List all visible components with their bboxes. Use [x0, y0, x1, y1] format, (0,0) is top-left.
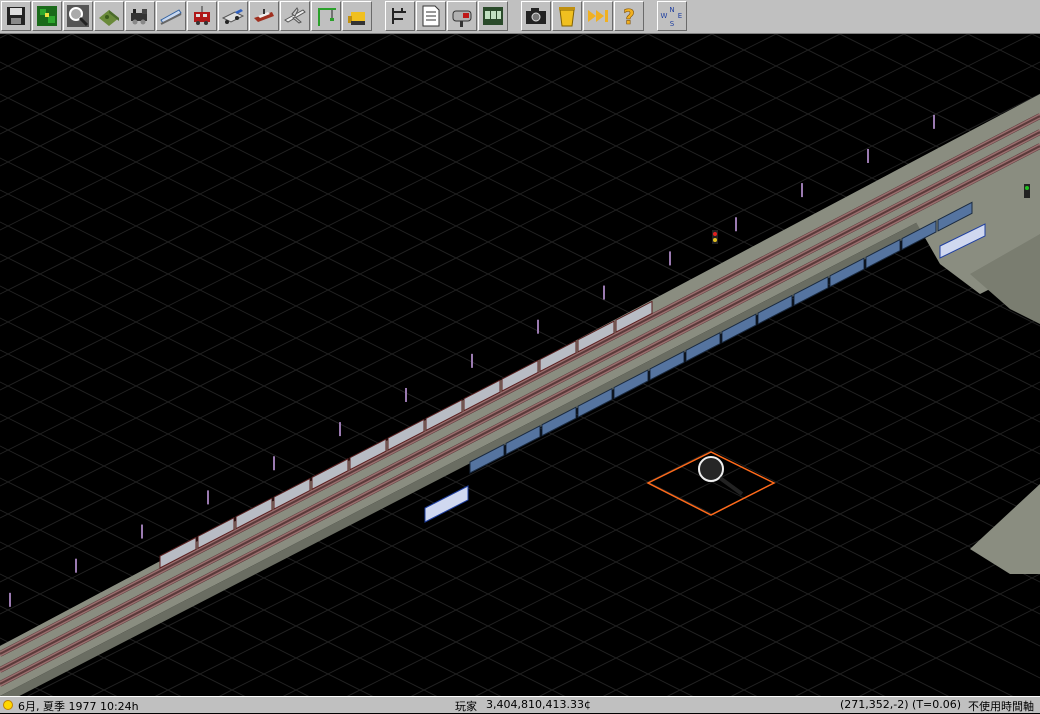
track-3-rail-a	[0, 143, 1040, 683]
terrain-icon	[97, 4, 121, 28]
save-button[interactable]	[1, 1, 31, 31]
help-button[interactable]: ?	[614, 1, 644, 31]
toolbar-separator	[508, 0, 520, 30]
document-icon	[419, 4, 443, 28]
fast-forward-icon	[586, 4, 610, 28]
status-bar: 6月, 夏季 1977 10:24h 玩家 3,404,810,413.33¢ …	[0, 696, 1040, 713]
save-icon	[4, 4, 28, 28]
track-1-ties	[0, 113, 1040, 657]
tram-icon	[190, 4, 214, 28]
terrain-tile	[970, 484, 1040, 574]
monorail-button[interactable]	[156, 1, 186, 31]
ship-icon	[252, 4, 276, 28]
truck-icon	[221, 4, 245, 28]
svg-text:W: W	[661, 12, 668, 20]
coords-label: (271,352,-2) (T=0.06)	[840, 698, 962, 711]
monorail-icon	[159, 4, 183, 28]
hierarchy-button[interactable]	[385, 1, 415, 31]
mailbox-button[interactable]	[447, 1, 477, 31]
magnifier-icon	[66, 4, 90, 28]
signal-light	[713, 238, 717, 242]
compass-button[interactable]: NW ES	[657, 1, 687, 31]
svg-text:?: ?	[623, 5, 635, 28]
trash-button[interactable]	[552, 1, 582, 31]
trash-icon	[555, 4, 579, 28]
player-label: 玩家	[455, 700, 477, 713]
hierarchy-icon	[388, 4, 412, 28]
camera-icon	[524, 4, 548, 28]
track-2-ties	[0, 129, 1040, 673]
track-1-rail-a	[0, 113, 1040, 653]
svg-text:N: N	[669, 6, 674, 14]
track-2-rail-a	[0, 129, 1040, 669]
bulldozer-icon	[345, 4, 369, 28]
money-label: 3,404,810,413.33¢	[486, 698, 591, 711]
toolbar-separator	[644, 0, 656, 30]
track-3-ties	[0, 143, 1040, 687]
toolbar-separator	[372, 0, 384, 30]
camera-button[interactable]	[521, 1, 551, 31]
track-1-rail-b	[0, 117, 1040, 657]
sun-icon	[3, 700, 13, 710]
steam-locomotive-icon	[128, 4, 152, 28]
crane-button[interactable]	[311, 1, 341, 31]
svg-text:S: S	[670, 20, 675, 28]
track-3-rail-b	[0, 147, 1040, 687]
cursor-magnifier-icon	[698, 456, 724, 482]
game-world[interactable]	[0, 34, 1040, 696]
signal-light	[713, 232, 717, 236]
date-label: 6月, 夏季 1977 10:24h	[18, 700, 139, 713]
tram-button[interactable]	[187, 1, 217, 31]
crane-icon	[314, 4, 338, 28]
airplane-button[interactable]	[280, 1, 310, 31]
list-icon	[481, 4, 505, 28]
bulldozer-button[interactable]	[342, 1, 372, 31]
timeline-label: 不使用時間軸	[968, 700, 1034, 713]
minimap-icon	[35, 4, 59, 28]
magnifier-button[interactable]	[63, 1, 93, 31]
steam-locomotive-button[interactable]	[125, 1, 155, 31]
mailbox-icon	[450, 4, 474, 28]
toolbar: ? N W E S	[0, 0, 1040, 34]
ship-button[interactable]	[249, 1, 279, 31]
fast-forward-button[interactable]	[583, 1, 613, 31]
airplane-icon	[283, 4, 307, 28]
compass-icon: NW ES	[660, 4, 684, 28]
game-viewport[interactable]	[0, 34, 1040, 696]
list-button[interactable]	[478, 1, 508, 31]
minimap-button[interactable]	[32, 1, 62, 31]
help-icon: ?	[617, 4, 641, 28]
signal-light	[1025, 186, 1029, 190]
track-2-rail-b	[0, 133, 1040, 673]
truck-button[interactable]	[218, 1, 248, 31]
svg-text:E: E	[678, 12, 682, 20]
document-button[interactable]	[416, 1, 446, 31]
terrain-button[interactable]	[94, 1, 124, 31]
